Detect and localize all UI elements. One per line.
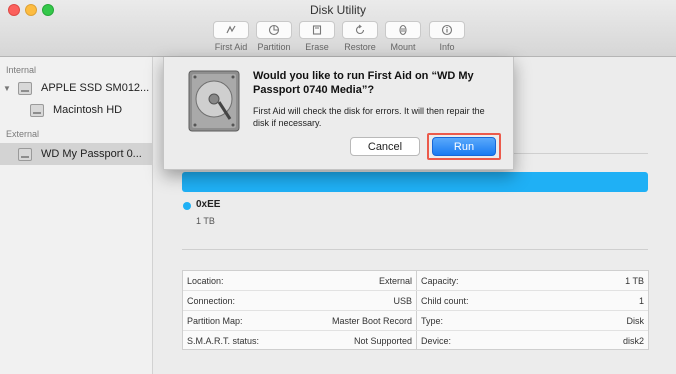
info-value: Not Supported xyxy=(353,336,412,346)
sidebar-item-wd-my-passport[interactable]: WD My Passport 0... xyxy=(0,143,153,165)
info-value: Disk xyxy=(626,316,645,326)
info-value: USB xyxy=(393,296,412,306)
toolbar-label: First Aid xyxy=(214,42,248,52)
info-key: Type: xyxy=(421,316,444,326)
sidebar-item-label: APPLE SSD SM012... xyxy=(41,82,150,94)
info-key: Connection: xyxy=(187,296,236,306)
partition-size: 1 TB xyxy=(196,216,215,226)
disk-info-table: Location: External Capacity: 1 TB Connec… xyxy=(182,270,649,350)
window-title: Disk Utility xyxy=(310,3,366,17)
info-key: Location: xyxy=(187,276,224,286)
internal-disk-icon xyxy=(18,81,32,95)
table-row: Partition Map: Master Boot Record Type: … xyxy=(183,310,648,330)
info-key: Device: xyxy=(421,336,452,346)
restore-icon xyxy=(355,24,365,35)
toolbar-info-button[interactable]: Info xyxy=(427,21,467,52)
sidebar-header-external: External xyxy=(6,129,40,139)
sidebar-header-internal: Internal xyxy=(6,65,37,75)
partition-name: 0xEE xyxy=(196,199,221,210)
info-key: Child count: xyxy=(421,296,469,306)
table-row: Connection: USB Child count: 1 xyxy=(183,290,648,310)
external-disk-icon xyxy=(18,147,32,161)
info-value: 1 TB xyxy=(625,276,644,286)
toolbar-label: Info xyxy=(439,42,455,52)
dialog-title: Would you like to run First Aid on “WD M… xyxy=(253,70,474,96)
sidebar-item-label: Macintosh HD xyxy=(53,104,123,116)
toolbar-label: Erase xyxy=(305,42,329,52)
table-row: Location: External Capacity: 1 TB xyxy=(183,271,648,291)
partition-color-dot xyxy=(183,202,191,210)
dialog-message: First Aid will check the disk for errors… xyxy=(253,106,485,128)
first-aid-icon xyxy=(226,25,236,34)
toolbar-mount-button[interactable]: Mount xyxy=(383,21,423,52)
run-button[interactable]: Run xyxy=(432,137,496,156)
erase-icon xyxy=(312,25,322,35)
toolbar-label: Mount xyxy=(390,42,416,52)
toolbar-first-aid-button[interactable]: First Aid xyxy=(211,21,251,52)
title-bar: Disk Utility First Aid Partition Erase R… xyxy=(0,0,676,57)
partition-icon xyxy=(268,24,280,36)
info-icon xyxy=(441,24,453,36)
info-key: Capacity: xyxy=(421,276,459,286)
sidebar-item-apple-ssd[interactable]: ▼ APPLE SSD SM012... xyxy=(0,77,153,99)
disclosure-triangle-icon[interactable]: ▼ xyxy=(3,84,11,93)
info-key: S.M.A.R.T. status: xyxy=(187,336,260,346)
table-row: S.M.A.R.T. status: Not Supported Device:… xyxy=(183,330,648,350)
hard-drive-icon xyxy=(188,70,240,132)
info-key: Partition Map: xyxy=(187,316,243,326)
info-value: Master Boot Record xyxy=(331,316,412,326)
first-aid-dialog: Would you like to run First Aid on “WD M… xyxy=(163,57,514,170)
toolbar-label: Partition xyxy=(257,42,291,52)
sidebar: Internal ▼ APPLE SSD SM012... Macintosh … xyxy=(0,57,153,374)
toolbar-erase-button[interactable]: Erase xyxy=(297,21,337,52)
sidebar-item-macintosh-hd[interactable]: Macintosh HD xyxy=(0,99,153,121)
toolbar-label: Restore xyxy=(344,42,376,52)
cancel-button[interactable]: Cancel xyxy=(350,137,420,156)
sidebar-item-label: WD My Passport 0... xyxy=(41,148,142,160)
mount-icon xyxy=(399,24,407,36)
info-value: External xyxy=(378,276,412,286)
toolbar-restore-button[interactable]: Restore xyxy=(340,21,380,52)
volume-icon xyxy=(30,103,44,117)
partition-usage-bar xyxy=(182,172,648,192)
info-value: disk2 xyxy=(622,336,644,346)
toolbar-partition-button[interactable]: Partition xyxy=(254,21,294,52)
info-value: 1 xyxy=(638,296,644,306)
divider xyxy=(182,249,648,250)
